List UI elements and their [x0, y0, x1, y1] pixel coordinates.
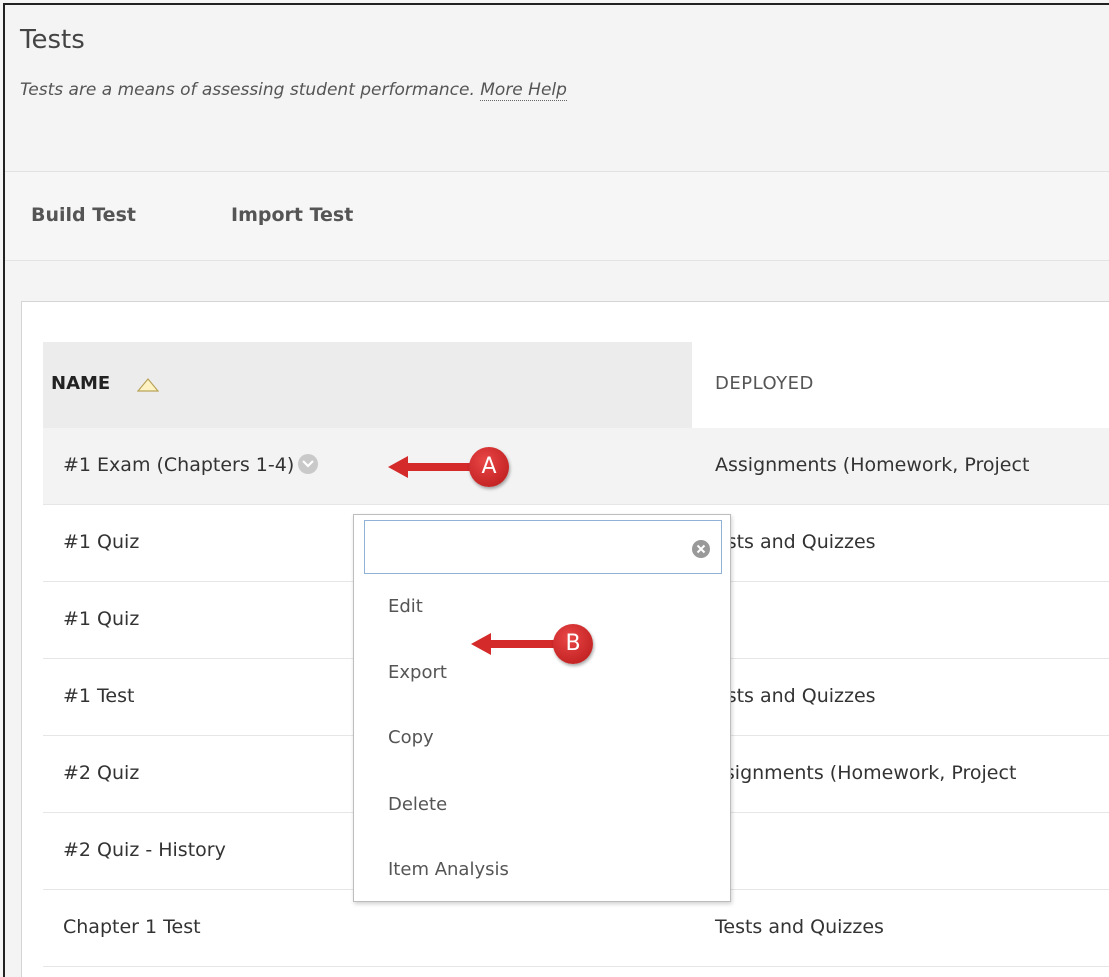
- build-test-button[interactable]: Build Test: [31, 204, 136, 226]
- deployed-cell: Tests and Quizzes: [715, 916, 884, 938]
- menu-item-export[interactable]: Export: [388, 662, 447, 683]
- table-header: NAME DEPLOYED: [43, 342, 1109, 428]
- deployed-cell: ests and Quizzes: [715, 531, 876, 553]
- menu-item-copy[interactable]: Copy: [388, 727, 434, 748]
- import-test-button[interactable]: Import Test: [231, 204, 353, 226]
- chevron-down-icon[interactable]: [298, 453, 319, 474]
- callout-arrow-a: [388, 456, 478, 478]
- clear-search-icon[interactable]: [692, 540, 710, 558]
- callout-a: A: [469, 447, 509, 487]
- context-menu: Edit Export Copy Delete Item Analysis: [353, 514, 731, 902]
- description-text: Tests are a means of assessing student p…: [20, 80, 475, 100]
- deployed-cell: ests and Quizzes: [715, 685, 876, 707]
- page-description: Tests are a means of assessing student p…: [20, 80, 567, 101]
- test-name-link[interactable]: #1 Quiz: [63, 608, 139, 630]
- deployed-cell: ssignments (Homework, Project: [715, 762, 1017, 784]
- action-bar: Build Test Import Test: [5, 172, 1109, 260]
- table-row: #1 Exam (Chapters 1-4) Assignments (Home…: [43, 428, 1109, 505]
- test-name-cell: #1 Exam (Chapters 1-4): [63, 453, 319, 476]
- test-name-link[interactable]: #1 Exam (Chapters 1-4): [63, 454, 294, 476]
- sort-ascending-icon[interactable]: [137, 378, 159, 392]
- page-title: Tests: [20, 25, 85, 55]
- divider: [5, 260, 1109, 261]
- test-name-link[interactable]: #1 Test: [63, 685, 134, 707]
- menu-search-input[interactable]: [364, 520, 722, 574]
- test-name-link[interactable]: #2 Quiz - History: [63, 839, 226, 861]
- menu-item-item-analysis[interactable]: Item Analysis: [388, 859, 509, 880]
- test-name-link[interactable]: #1 Quiz: [63, 531, 139, 553]
- test-name-link[interactable]: Chapter 1 Test: [63, 916, 201, 938]
- page-frame: Tests Tests are a means of assessing stu…: [3, 3, 1109, 977]
- menu-item-edit[interactable]: Edit: [388, 596, 423, 617]
- deployed-cell: Assignments (Homework, Project: [715, 454, 1030, 476]
- menu-item-delete[interactable]: Delete: [388, 794, 447, 815]
- name-column-header[interactable]: NAME: [43, 342, 692, 428]
- more-help-link[interactable]: More Help: [480, 80, 567, 101]
- deployed-column-label[interactable]: DEPLOYED: [715, 373, 814, 394]
- name-column-label: NAME: [51, 373, 111, 394]
- callout-arrow-b: [471, 633, 561, 655]
- callout-b: B: [553, 624, 593, 664]
- test-name-link[interactable]: #2 Quiz: [63, 762, 139, 784]
